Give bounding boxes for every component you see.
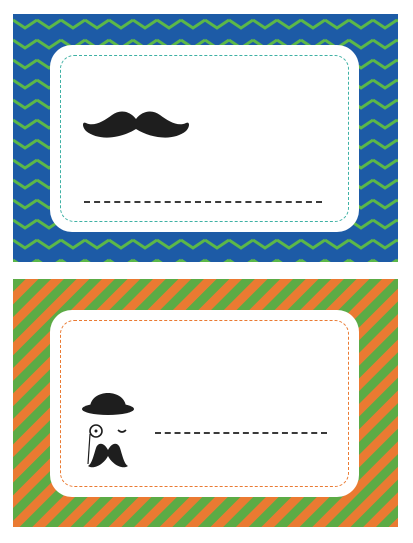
mustache-icon [83,111,189,138]
gentleman-label-card [13,279,398,527]
label-writing-area [50,310,359,497]
label-writing-area [50,45,359,232]
name-write-line [155,432,327,434]
bowler-hat-monocle-mustache-icon [82,393,134,468]
mustache-icon [88,443,128,468]
closed-eye-icon [117,429,127,433]
bowler-hat-icon [82,393,134,415]
name-write-line [84,201,322,203]
mustache-label-card [13,14,398,262]
